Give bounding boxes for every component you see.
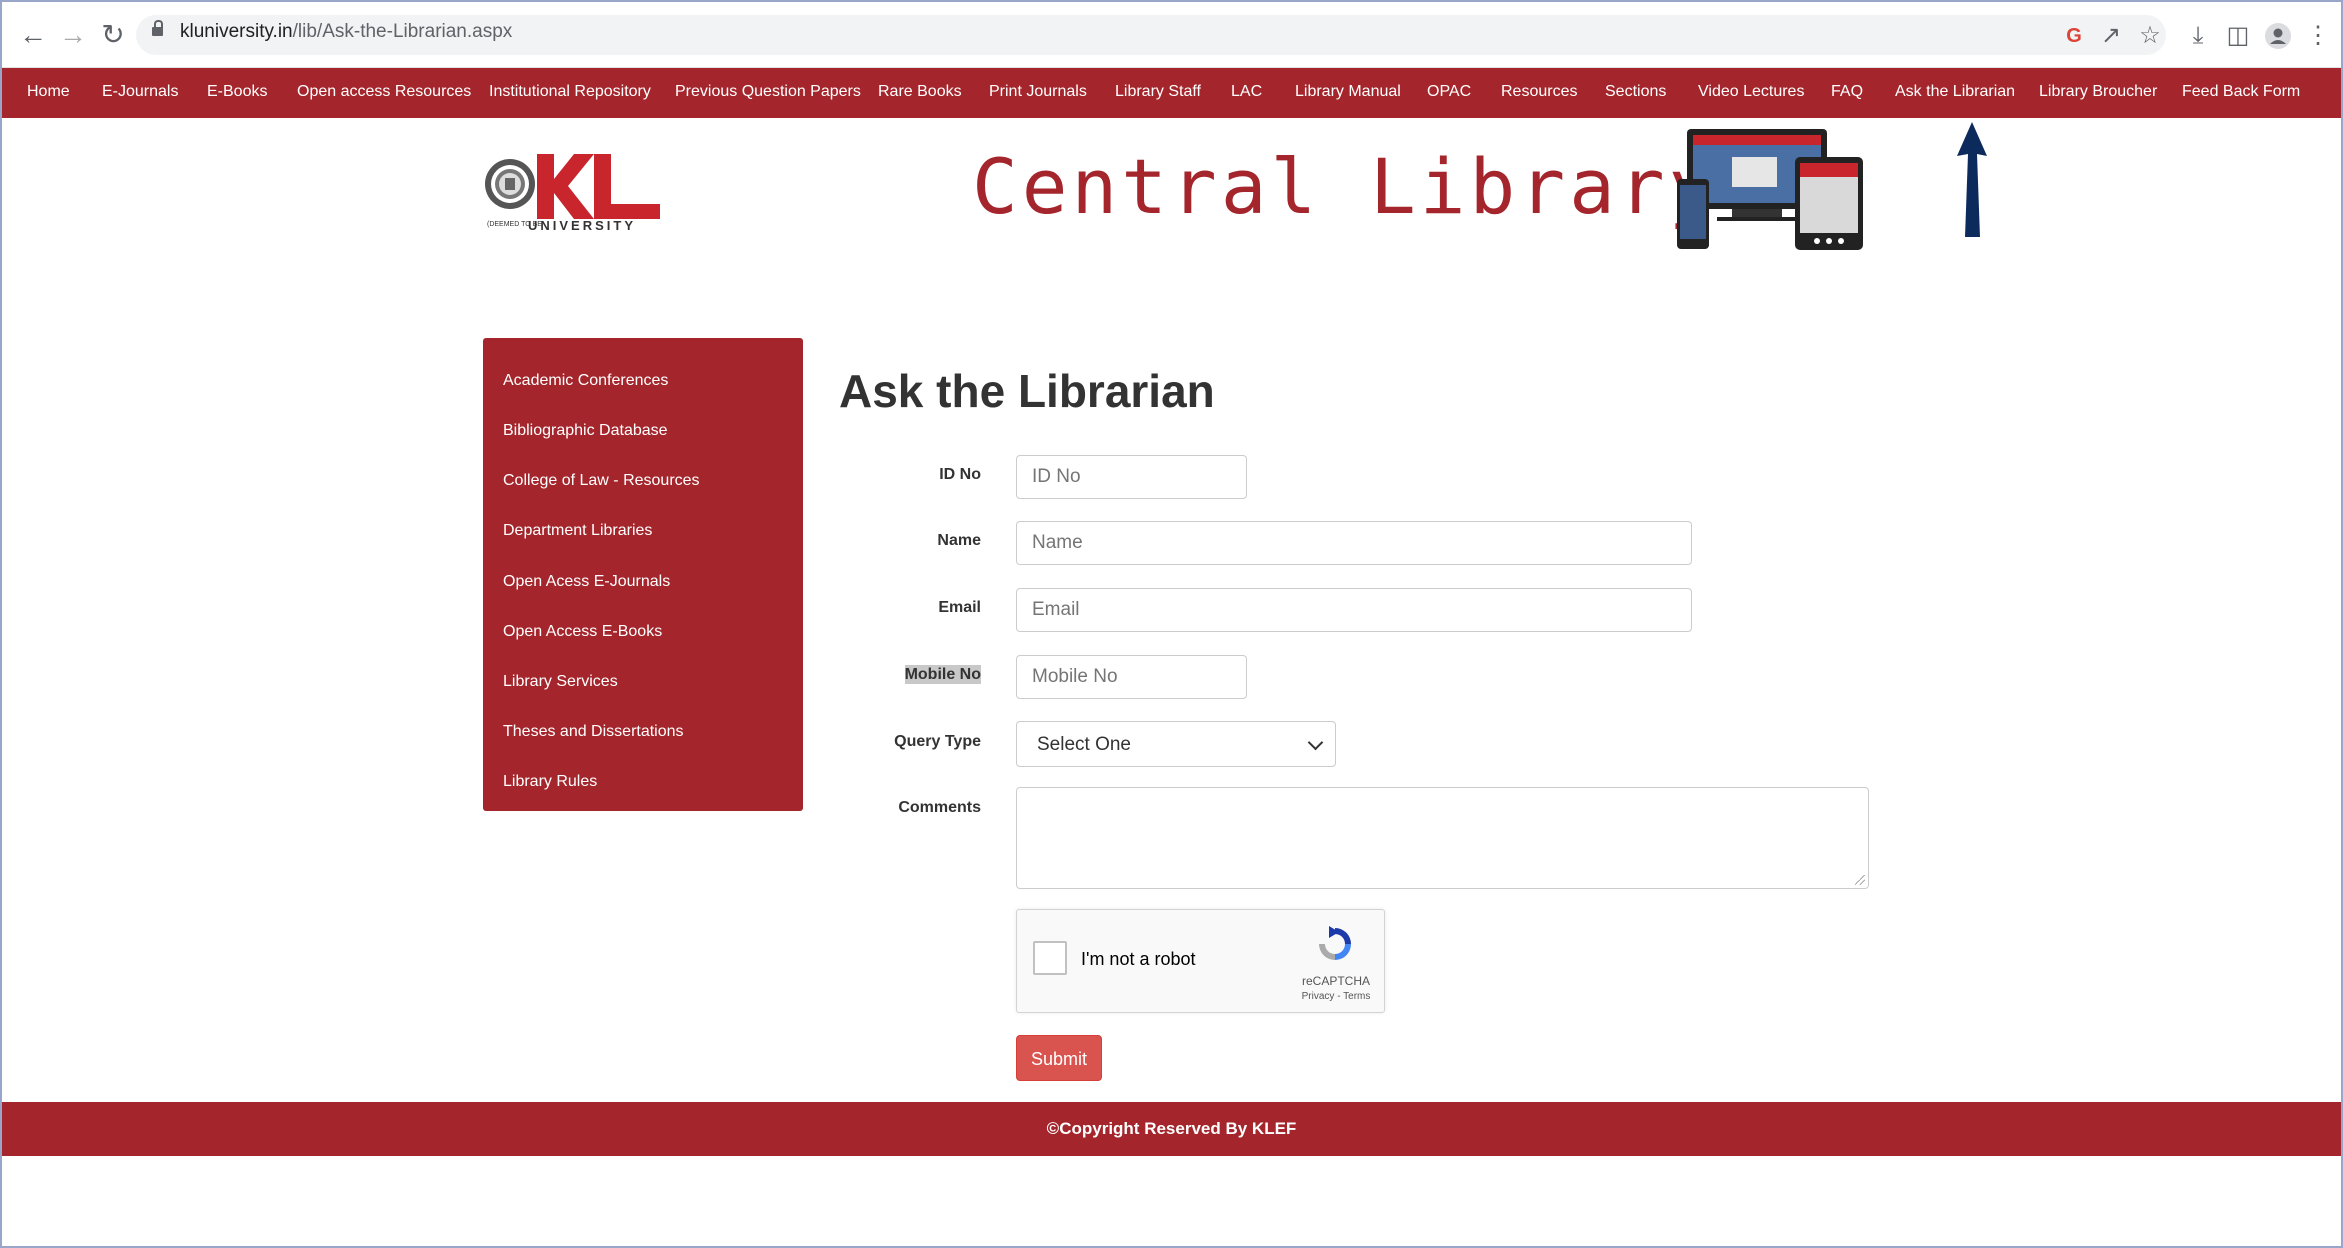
nav-resources[interactable]: Resources <box>1501 83 1577 101</box>
nav-home[interactable]: Home <box>27 83 70 101</box>
copyright-text: ©Copyright Reserved By KLEF <box>1046 1119 1297 1138</box>
nav-e-journals[interactable]: E-Journals <box>102 83 178 101</box>
sidebar-item-college-of-law-resources[interactable]: College of Law - Resources <box>503 472 700 490</box>
sidebar-item-library-rules[interactable]: Library Rules <box>503 773 597 791</box>
nav-previous-question-papers[interactable]: Previous Question Papers <box>675 83 861 101</box>
nav-print-journals[interactable]: Print Journals <box>989 83 1087 101</box>
nav-library-broucher[interactable]: Library Broucher <box>2039 83 2157 101</box>
nav-rare-books[interactable]: Rare Books <box>878 83 962 101</box>
nav-e-books[interactable]: E-Books <box>207 83 267 101</box>
responsive-devices-icon <box>1677 127 1867 252</box>
nav-institutional-repository[interactable]: Institutional Repository <box>489 83 651 101</box>
sidebar-item-open-access-e-books[interactable]: Open Access E-Books <box>503 623 662 641</box>
logo-university-text: UNIVERSITY <box>528 218 637 233</box>
nav-video-lectures[interactable]: Video Lectures <box>1698 83 1804 101</box>
nav-lac[interactable]: LAC <box>1231 83 1262 101</box>
lock-icon[interactable] <box>152 20 163 36</box>
sidebar-item-bibliographic-database[interactable]: Bibliographic Database <box>503 422 668 440</box>
nav-ask-the-librarian[interactable]: Ask the Librarian <box>1895 83 2015 101</box>
kl-university-logo[interactable]: (DEEMED TO BE UNIVERSITY <box>482 149 662 239</box>
forward-arrow-icon[interactable]: → <box>58 20 88 50</box>
url-domain: kluniversity.in <box>180 21 293 42</box>
recaptcha-widget: I'm not a robot reCAPTCHA Privacy - Term… <box>1016 909 1385 1013</box>
sidebar-item-academic-conferences[interactable]: Academic Conferences <box>503 372 668 390</box>
central-library-title: Central Library <box>972 142 1719 231</box>
browser-window: ← → ↻ kluniversity.in/lib/Ask-the-Librar… <box>0 0 2343 1248</box>
resize-grip-icon[interactable] <box>1855 875 1865 885</box>
url-path: /lib/Ask-the-Librarian.aspx <box>292 21 513 42</box>
sidebar-item-department-libraries[interactable]: Department Libraries <box>503 522 652 540</box>
sidebar-item-library-services[interactable]: Library Services <box>503 673 618 691</box>
sidebar-item-theses-and-dissertations[interactable]: Theses and Dissertations <box>503 723 684 741</box>
url-text[interactable]: kluniversity.in/lib/Ask-the-Librarian.as… <box>180 21 512 43</box>
name-input[interactable] <box>1016 521 1692 565</box>
sidebar-item-open-access-e-journals[interactable]: Open Acess E-Journals <box>503 573 670 591</box>
profile-avatar-icon[interactable] <box>2264 22 2292 57</box>
browser-toolbar: ← → ↻ kluniversity.in/lib/Ask-the-Librar… <box>2 2 2341 68</box>
mobile-no-label-text: Mobile No <box>904 665 981 684</box>
recaptcha-privacy-terms-link[interactable]: Privacy - Terms <box>1291 991 1381 1002</box>
nav-feed-back-form[interactable]: Feed Back Form <box>2182 83 2300 101</box>
up-arrow-annotation-icon <box>1942 120 2002 240</box>
nav-opac[interactable]: OPAC <box>1427 83 1471 101</box>
query-type-selected-value: Select One <box>1037 734 1131 755</box>
email-input[interactable] <box>1016 588 1692 632</box>
query-type-label: Query Type <box>894 733 981 750</box>
sidebar: Academic Conferences Bibliographic Datab… <box>483 338 803 811</box>
gear-emblem-icon <box>485 159 535 209</box>
recaptcha-brand: reCAPTCHA <box>1301 974 1370 988</box>
recaptcha-label: I'm not a robot <box>1081 949 1196 969</box>
email-label: Email <box>938 599 981 616</box>
reload-icon[interactable]: ↻ <box>98 20 128 50</box>
query-type-select[interactable]: Select One <box>1016 721 1336 767</box>
nav-open-access-resources[interactable]: Open access Resources <box>297 83 471 101</box>
google-icon[interactable]: G <box>2060 22 2088 50</box>
recaptcha-logo-icon <box>1315 924 1355 964</box>
id-no-label: ID No <box>939 466 981 483</box>
id-no-input[interactable] <box>1016 455 1247 499</box>
main-nav: Home E-Journals E-Books Open access Reso… <box>2 68 2341 118</box>
back-arrow-icon[interactable]: ← <box>18 20 48 50</box>
star-icon[interactable]: ☆ <box>2136 22 2164 50</box>
footer: ©Copyright Reserved By KLEF <box>2 1102 2341 1156</box>
menu-kebab-icon[interactable]: ⋮ <box>2304 22 2332 50</box>
name-label: Name <box>937 532 981 549</box>
nav-library-manual[interactable]: Library Manual <box>1295 83 1401 101</box>
mobile-no-input[interactable] <box>1016 655 1247 699</box>
share-icon[interactable]: ↗ <box>2097 22 2125 50</box>
download-icon[interactable]: ⤓ <box>2184 22 2212 50</box>
chevron-down-icon <box>1307 734 1324 751</box>
nav-sections[interactable]: Sections <box>1605 83 1666 101</box>
mobile-no-label: Mobile No <box>861 665 981 684</box>
submit-button[interactable]: Submit <box>1016 1035 1102 1081</box>
comments-textarea[interactable] <box>1016 787 1869 889</box>
nav-library-staff[interactable]: Library Staff <box>1115 83 1201 101</box>
side-panel-icon[interactable]: ◫ <box>2224 22 2252 50</box>
page-title: Ask the Librarian <box>839 365 1215 417</box>
nav-faq[interactable]: FAQ <box>1831 83 1863 101</box>
recaptcha-checkbox[interactable] <box>1033 941 1067 975</box>
comments-label: Comments <box>898 799 981 816</box>
